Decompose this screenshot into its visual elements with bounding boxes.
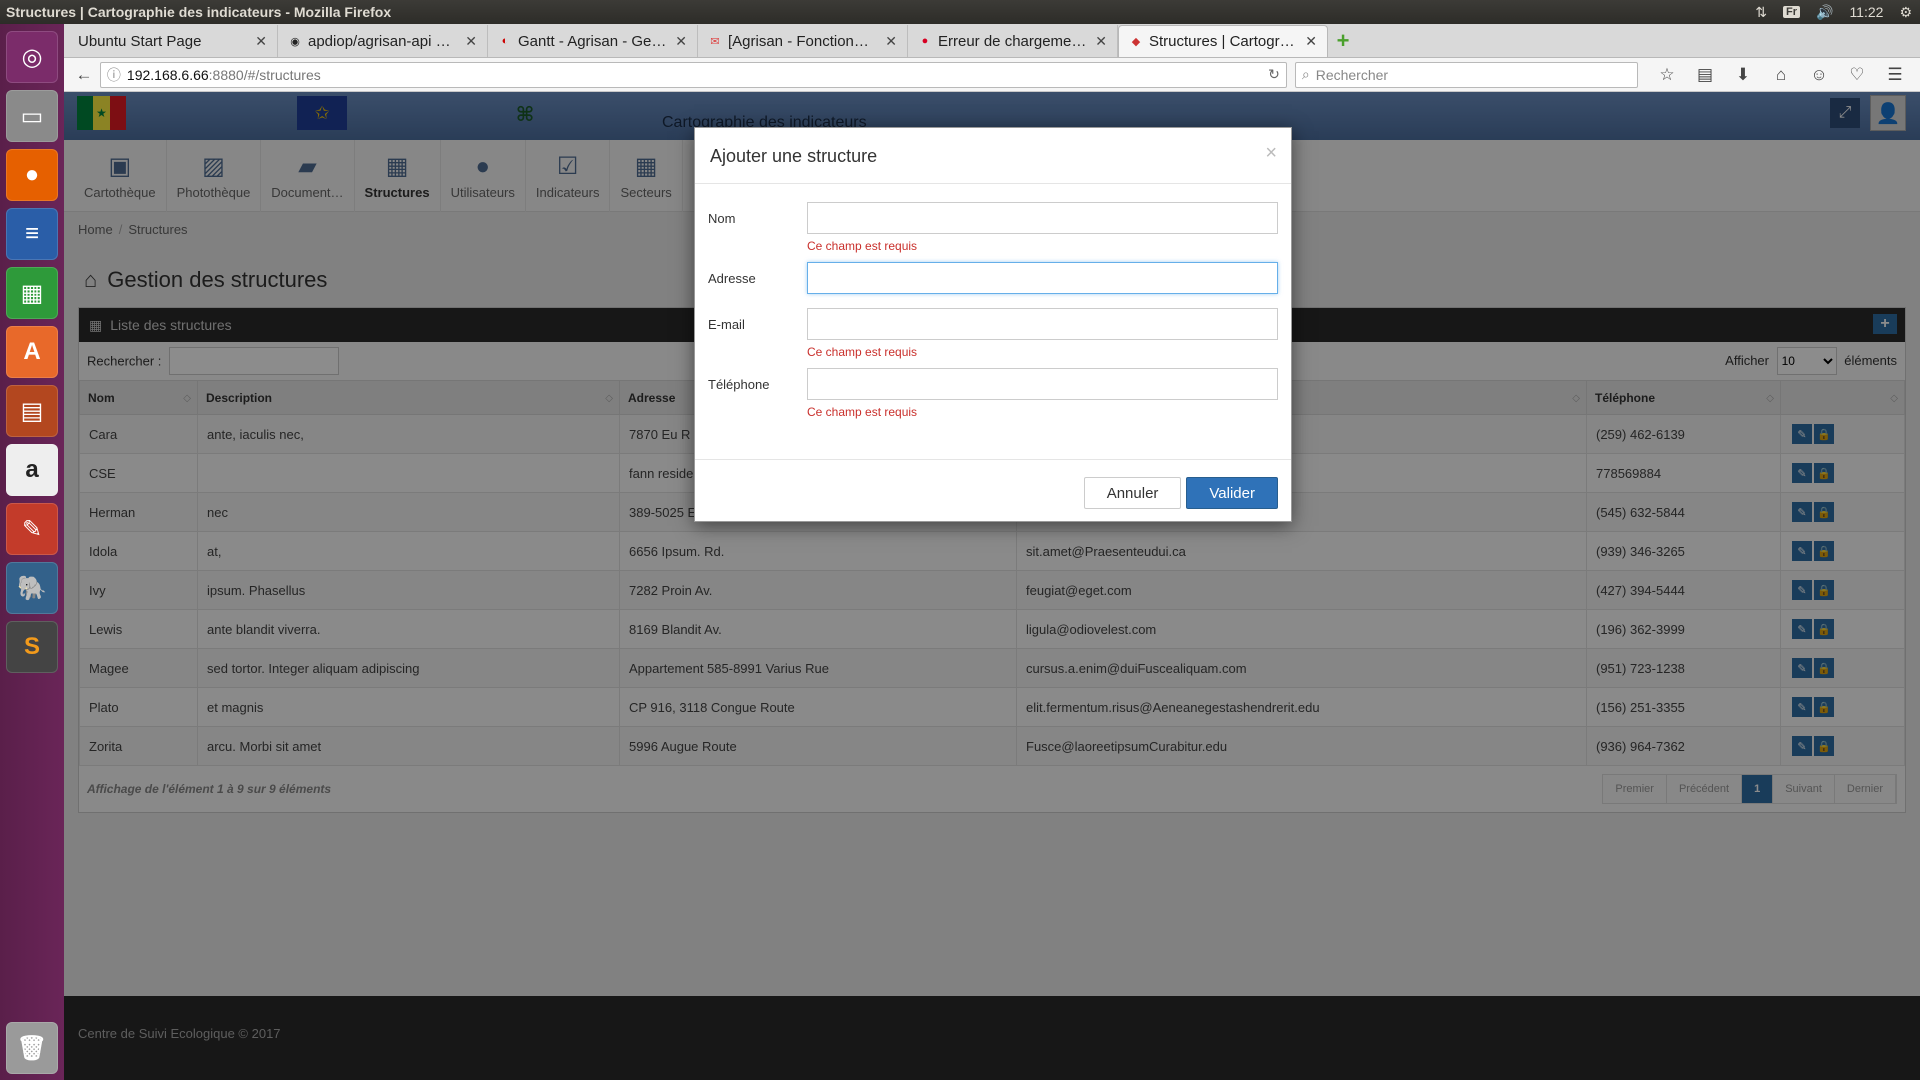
- tab-close-icon[interactable]: ✕: [255, 33, 267, 50]
- volume-icon[interactable]: 🔊: [1808, 4, 1841, 21]
- keyboard-indicator[interactable]: Fr: [1775, 6, 1808, 18]
- field-telephone: Téléphone Ce champ est requis: [708, 368, 1278, 420]
- tab-label: [Agrisan - Fonction…: [728, 32, 869, 50]
- error-icon: ●: [921, 35, 929, 47]
- modal-header: Ajouter une structure ×: [695, 128, 1291, 184]
- url-host: 192.168.6.66: [126, 66, 209, 83]
- tab-close-icon[interactable]: ✕: [1095, 33, 1107, 50]
- network-icon[interactable]: ⇅: [1747, 4, 1775, 21]
- field-adresse: Adresse: [708, 262, 1278, 294]
- url-bar[interactable]: ⓘ 192.168.6.66:8880/#/structures ↻: [99, 61, 1287, 88]
- clock[interactable]: 11:22: [1841, 4, 1891, 20]
- tab-bar: Ubuntu Start Page ✕ ◉ apdiop/agrisan-api…: [64, 24, 1920, 58]
- new-tab-plus-icon[interactable]: +: [1328, 25, 1358, 57]
- download-icon[interactable]: ⬇: [1724, 61, 1762, 89]
- tab-4[interactable]: ● Erreur de chargeme… ✕: [908, 25, 1118, 57]
- settings-gear-icon[interactable]: ⚙: [1891, 4, 1920, 21]
- impress-icon[interactable]: ▤: [6, 385, 58, 437]
- tab-label: Ubuntu Start Page: [78, 32, 202, 50]
- firefox-icon[interactable]: ●: [6, 149, 58, 201]
- keyboard-layout: Fr: [1783, 6, 1800, 18]
- telephone-error: Ce champ est requis: [807, 405, 918, 419]
- pocket-icon[interactable]: ♡: [1838, 61, 1876, 89]
- tab-close-icon[interactable]: ✕: [675, 33, 687, 50]
- tab-label: Erreur de chargeme…: [938, 32, 1087, 50]
- add-structure-modal: Ajouter une structure × Nom Ce champ est…: [694, 127, 1292, 522]
- system-tools-icon[interactable]: ✎: [6, 503, 58, 555]
- tab-2[interactable]: ◐ Gantt - Agrisan - Ge… ✕: [488, 25, 698, 57]
- modal-body: Nom Ce champ est requis Adresse E-mail C…: [695, 184, 1291, 460]
- back-arrow-icon[interactable]: ←: [70, 61, 98, 89]
- bookmark-star-icon[interactable]: ☆: [1648, 61, 1686, 89]
- tab-close-icon[interactable]: ✕: [465, 33, 477, 50]
- field-label: Nom: [708, 211, 736, 226]
- reading-list-icon[interactable]: ▤: [1686, 61, 1724, 89]
- tab-close-icon[interactable]: ✕: [885, 33, 897, 50]
- trash-icon[interactable]: 🗑: [6, 1022, 58, 1074]
- writer-icon[interactable]: ≡: [6, 208, 58, 260]
- tab-3[interactable]: ✉ [Agrisan - Fonction… ✕: [698, 25, 908, 57]
- close-icon[interactable]: ×: [1265, 142, 1277, 165]
- os-top-panel: Structures | Cartographie des indicateur…: [0, 0, 1920, 24]
- field-email: E-mail Ce champ est requis: [708, 308, 1278, 360]
- email-input[interactable]: [807, 308, 1278, 340]
- software-center-icon[interactable]: A: [6, 326, 58, 378]
- tab-label: apdiop/agrisan-api …: [308, 32, 451, 50]
- nom-error: Ce champ est requis: [807, 239, 918, 253]
- tab-5-active[interactable]: ◆ Structures | Cartogr… ✕: [1118, 25, 1328, 57]
- search-placeholder: Rechercher: [1315, 66, 1389, 83]
- gmail-icon: ✉: [710, 35, 720, 48]
- search-bar[interactable]: ⌕ Rechercher: [1294, 61, 1638, 88]
- field-nom: Nom Ce champ est requis: [708, 202, 1278, 254]
- launcher: ◎ ▭ ● ≡ ▦ A ▤ a ✎ 🐘 S 🗑: [0, 24, 64, 1080]
- email-error: Ce champ est requis: [807, 345, 918, 359]
- postgresql-icon[interactable]: 🐘: [6, 562, 58, 614]
- nav-bar: ← ⓘ 192.168.6.66:8880/#/structures ↻ ⌕ R…: [64, 58, 1920, 92]
- github-icon: ◉: [290, 35, 300, 48]
- adresse-input[interactable]: [807, 262, 1278, 294]
- modal-footer: Annuler Valider: [695, 460, 1291, 526]
- calc-icon[interactable]: ▦: [6, 267, 58, 319]
- tab-label: Structures | Cartogr…: [1149, 33, 1295, 50]
- telephone-input[interactable]: [807, 368, 1278, 400]
- field-label: E-mail: [708, 317, 745, 332]
- sublime-text-icon[interactable]: S: [6, 621, 58, 673]
- url-path: :8880/#/structures: [208, 66, 321, 83]
- nom-input[interactable]: [807, 202, 1278, 234]
- chat-icon[interactable]: ☺: [1800, 61, 1838, 89]
- search-icon: ⌕: [1301, 66, 1310, 82]
- field-label: Adresse: [708, 271, 756, 286]
- toolbar-icons: ☆ ▤ ⬇ ⌂ ☺ ♡ ☰: [1648, 61, 1914, 89]
- tab-0[interactable]: Ubuntu Start Page ✕: [68, 25, 278, 57]
- tab-label: Gantt - Agrisan - Ge…: [518, 32, 667, 50]
- amazon-icon[interactable]: a: [6, 444, 58, 496]
- app-icon: ◆: [1131, 36, 1141, 48]
- info-icon[interactable]: ⓘ: [107, 65, 121, 85]
- reload-icon[interactable]: ↻: [1268, 66, 1280, 83]
- submit-button[interactable]: Valider: [1186, 477, 1278, 509]
- ubuntu-dash-icon[interactable]: ◎: [6, 31, 58, 83]
- tab-1[interactable]: ◉ apdiop/agrisan-api … ✕: [278, 25, 488, 57]
- files-icon[interactable]: ▭: [6, 90, 58, 142]
- menu-hamburger-icon[interactable]: ☰: [1876, 61, 1914, 89]
- tab-close-icon[interactable]: ✕: [1305, 33, 1317, 50]
- gantt-icon: ◐: [501, 35, 509, 47]
- modal-title: Ajouter une structure: [710, 146, 878, 166]
- window-title: Structures | Cartographie des indicateur…: [6, 4, 392, 20]
- home-icon[interactable]: ⌂: [1762, 61, 1800, 89]
- cancel-button[interactable]: Annuler: [1083, 477, 1182, 509]
- field-label: Téléphone: [708, 377, 770, 392]
